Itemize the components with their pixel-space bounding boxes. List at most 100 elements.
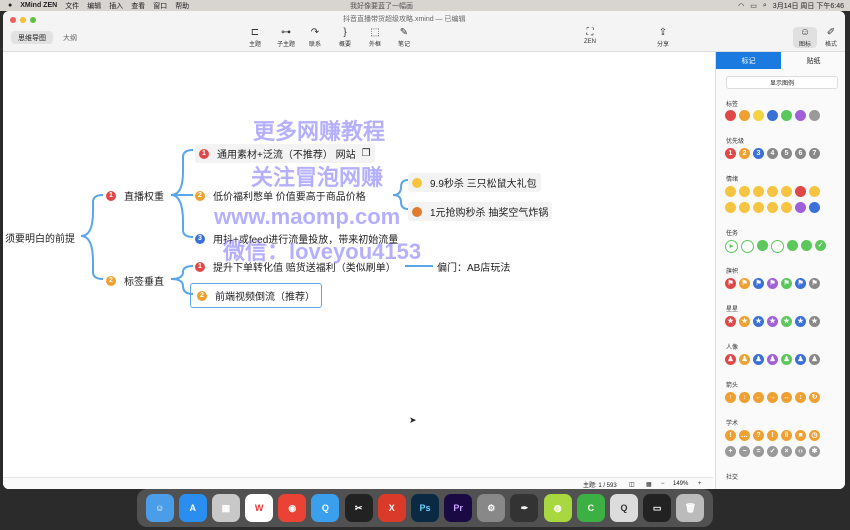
stop-icon[interactable]: ■ [795, 430, 806, 441]
blue2-flag-icon[interactable]: ⚑ [795, 278, 806, 289]
orange-flag-icon[interactable]: ⚑ [739, 278, 750, 289]
topic-button[interactable]: ⊏ 主题 [240, 27, 270, 48]
green-marker-icon[interactable] [781, 110, 792, 121]
laugh-icon[interactable] [739, 186, 750, 197]
arrow-leftright-icon[interactable]: ↔ [781, 392, 792, 403]
note-button[interactable]: ✎ 笔记 [389, 27, 419, 48]
branch-topic-1[interactable]: 1 直播权重 [106, 188, 164, 203]
zoom-in-button[interactable]: + [698, 481, 702, 487]
priority-4-icon[interactable]: 4 [767, 148, 778, 159]
wifi-icon[interactable]: ◠ [738, 2, 744, 10]
subtopic-button[interactable]: ⊶ 子主题 [271, 27, 301, 48]
surprise-icon[interactable] [809, 186, 820, 197]
exclaim-icon[interactable]: ! [767, 430, 778, 441]
task-3-4-icon[interactable] [787, 240, 798, 251]
task-3-8-icon[interactable] [771, 240, 784, 253]
blue-star-icon[interactable]: ★ [753, 316, 764, 327]
priority-6-icon[interactable]: 6 [795, 148, 806, 159]
sad-icon[interactable] [781, 186, 792, 197]
angry-icon[interactable] [795, 186, 806, 197]
pen-app-icon[interactable]: ✒ [510, 494, 539, 522]
task-7-8-icon[interactable] [801, 240, 812, 251]
minus-icon[interactable]: − [739, 446, 750, 457]
tab-stickers[interactable]: 贴纸 [781, 52, 845, 69]
share-button[interactable]: ⇪ 分享 [648, 27, 678, 48]
devil-icon[interactable] [795, 202, 806, 213]
camtasia-app-icon[interactable]: C [576, 494, 605, 522]
system-settings-icon[interactable]: ⚙ [477, 494, 506, 522]
red-person-icon[interactable]: ♟ [725, 354, 736, 365]
task-half-icon[interactable] [757, 240, 768, 251]
blue2-person-icon[interactable]: ♟ [795, 354, 806, 365]
red-star-icon[interactable]: ★ [725, 316, 736, 327]
root-topic[interactable]: 须要明白的前提 [5, 230, 75, 245]
gray-marker-icon[interactable] [809, 110, 820, 121]
search-icon[interactable]: ⌕ [763, 2, 767, 10]
red-marker-icon[interactable] [725, 110, 736, 121]
battery-icon[interactable]: ▭ [750, 2, 757, 10]
priority-7-icon[interactable]: 7 [809, 148, 820, 159]
map-icon[interactable]: ◫ [629, 481, 635, 488]
menu-help[interactable]: 帮助 [175, 1, 189, 11]
task-start-icon[interactable]: ▸ [725, 240, 738, 253]
menu-edit[interactable]: 编辑 [87, 1, 101, 11]
lime-app-icon[interactable]: ◍ [543, 494, 572, 522]
branch-topic-2[interactable]: 2 标签垂直 [106, 273, 164, 288]
subtopic-1-2-1[interactable]: 9.9秒杀 三只松鼠大礼包 [408, 173, 541, 192]
code-icon[interactable]: ‹› [795, 446, 806, 457]
menu-file[interactable]: 文件 [65, 1, 79, 11]
task-done-icon[interactable]: ✓ [815, 240, 826, 251]
priority-2-icon[interactable]: 2 [739, 148, 750, 159]
priority-5-icon[interactable]: 5 [781, 148, 792, 159]
green-person-icon[interactable]: ♟ [781, 354, 792, 365]
blue-person-icon[interactable]: ♟ [753, 354, 764, 365]
orange-star-icon[interactable]: ★ [739, 316, 750, 327]
think-icon[interactable] [725, 202, 736, 213]
neutral-icon[interactable] [767, 186, 778, 197]
mindmap-canvas[interactable]: 须要明白的前提 1 直播权重 2 标签垂直 1 通用素材+泛流（不推荐） 网站 ❐ 2低… [3, 52, 713, 489]
equals-icon[interactable]: = [753, 446, 764, 457]
app-store-icon[interactable]: A [178, 494, 207, 522]
green-star-icon[interactable]: ★ [781, 316, 792, 327]
launchpad-icon[interactable]: ▦ [211, 494, 240, 522]
summary-button[interactable]: } 概要 [330, 27, 360, 48]
blue-flag-icon[interactable]: ⚑ [753, 278, 764, 289]
subtopic-2-1-1[interactable]: 偏门：AB店玩法 [437, 259, 510, 274]
blue2-star-icon[interactable]: ★ [795, 316, 806, 327]
tab-mindmap[interactable]: 思维导图 [11, 31, 53, 44]
grid-icon[interactable]: ▦ [646, 481, 652, 488]
cold-icon[interactable] [809, 202, 820, 213]
check-icon[interactable]: ✓ [767, 446, 778, 457]
close-window-button[interactable] [10, 17, 16, 23]
show-legend-button[interactable]: 显示图例 [726, 76, 838, 89]
zoom-level[interactable]: 149% [673, 481, 688, 487]
relationship-button[interactable]: ↷ 联系 [300, 27, 330, 48]
smile-icon[interactable] [725, 186, 736, 197]
tab-markers[interactable]: 标记 [716, 52, 781, 69]
purple-flag-icon[interactable]: ⚑ [767, 278, 778, 289]
green-flag-icon[interactable]: ⚑ [781, 278, 792, 289]
quicktime-app-icon[interactable]: Q [609, 494, 638, 522]
qq-app-icon[interactable]: Q [311, 494, 340, 522]
question-icon[interactable]: ? [753, 430, 764, 441]
wps-app-icon[interactable]: W [245, 494, 274, 522]
photoshop-app-icon[interactable]: Ps [410, 494, 439, 522]
chrome-app-icon[interactable]: ◉ [278, 494, 307, 522]
arrow-down-icon[interactable]: ↓ [739, 392, 750, 403]
menu-view[interactable]: 查看 [131, 1, 145, 11]
priority-1-icon[interactable]: 1 [725, 148, 736, 159]
boundary-button[interactable]: ⬚ 外框 [360, 27, 390, 48]
terminal-app-icon[interactable]: ▭ [643, 494, 672, 522]
arrow-updown-icon[interactable]: ↕ [795, 392, 806, 403]
plus-icon[interactable]: + [725, 446, 736, 457]
zoom-out-button[interactable]: − [661, 481, 665, 487]
love-icon[interactable] [781, 202, 792, 213]
premiere-app-icon[interactable]: Pr [444, 494, 473, 522]
minimize-window-button[interactable] [20, 17, 26, 23]
purple-marker-icon[interactable] [795, 110, 806, 121]
purple-person-icon[interactable]: ♟ [767, 354, 778, 365]
refresh-icon[interactable]: ↻ [809, 392, 820, 403]
grin-icon[interactable] [753, 186, 764, 197]
zen-button[interactable]: ⛶ ZEN [575, 27, 605, 45]
red-flag-icon[interactable]: ⚑ [725, 278, 736, 289]
